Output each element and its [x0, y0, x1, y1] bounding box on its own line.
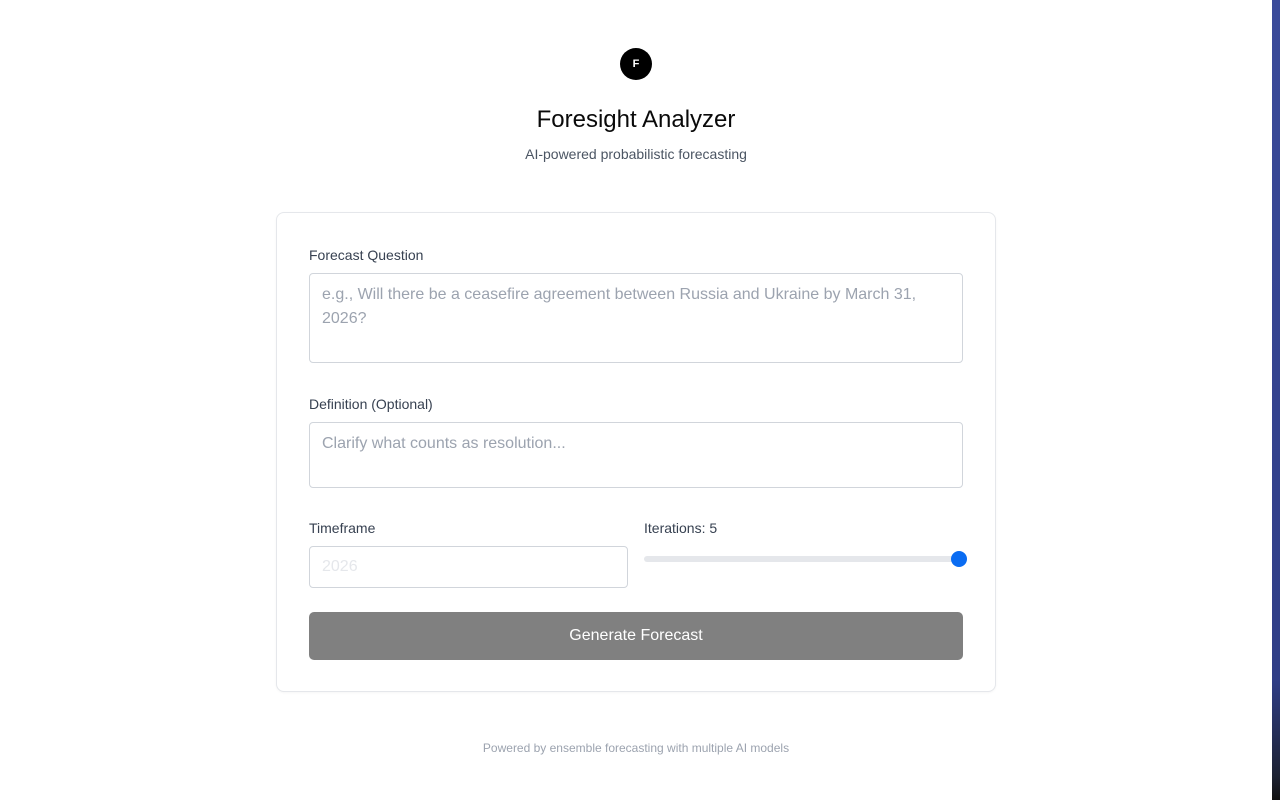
forecast-form-card: Forecast Question Definition (Optional) … [276, 212, 996, 692]
footer-text: Powered by ensemble forecasting with mul… [482, 741, 790, 755]
definition-input[interactable] [309, 422, 963, 488]
page-title: Foresight Analyzer [536, 106, 736, 133]
timeframe-label: Timeframe [309, 520, 376, 536]
iterations-label: Iterations: 5 [644, 520, 718, 536]
page: F Foresight Analyzer AI-powered probabil… [0, 0, 1280, 800]
definition-label: Definition (Optional) [309, 396, 433, 412]
generate-forecast-button[interactable]: Generate Forecast [309, 612, 963, 660]
iterations-slider-thumb[interactable] [951, 551, 967, 567]
logo-icon: F [620, 48, 652, 80]
iterations-slider[interactable] [644, 551, 967, 567]
forecast-question-input[interactable] [309, 273, 963, 363]
logo-letter: F [632, 58, 640, 70]
timeframe-input[interactable] [309, 546, 628, 588]
window-edge-strip [1272, 0, 1280, 800]
forecast-question-label: Forecast Question [309, 247, 424, 263]
page-subtitle: AI-powered probabilistic forecasting [525, 146, 747, 162]
